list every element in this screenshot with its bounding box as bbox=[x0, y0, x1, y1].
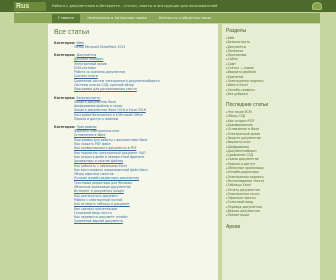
rss-icon[interactable] bbox=[312, 2, 322, 10]
site-logo[interactable]: Rus Docs bbox=[14, 2, 46, 19]
category-label: Категория: bbox=[54, 41, 76, 45]
category-block: Категория: Безопасность Защита документов… bbox=[54, 95, 212, 121]
nav-contacts-link[interactable]: Контакты и обратная связь bbox=[154, 14, 216, 23]
sections-list: WebБезопасностьДокументыПолезноеПрограмм… bbox=[226, 36, 316, 96]
category-list: Категория: Web Обзор Microsoft SharePoint… bbox=[54, 40, 212, 224]
site-tagline: Работа с документами в Интернете – стать… bbox=[52, 4, 218, 8]
recent-heading: Последние статьи bbox=[226, 102, 269, 109]
recent-list: Что такое ECMОбзор СЭДКак создать PDFАрх… bbox=[226, 110, 316, 217]
post-link[interactable]: Обзор Microsoft SharePoint 2013 bbox=[54, 45, 212, 49]
category-label: Категория: bbox=[54, 125, 76, 130]
site-header: Rus Docs Работа с документами в Интернет… bbox=[0, 0, 336, 19]
sections-heading: Разделы bbox=[226, 28, 247, 34]
nav-about-link[interactable]: Назначение и Авторские права bbox=[84, 14, 150, 23]
main-content: Все статьи Категория: Web Обзор Microsoft… bbox=[48, 24, 218, 280]
category-block: Категория: Программы Форматы электронных … bbox=[54, 124, 212, 224]
category-label: Категория: bbox=[54, 95, 76, 100]
category-block: Категория: Документы Документооборот Элект… bbox=[54, 52, 212, 91]
recent-post-link[interactable]: Презентации bbox=[226, 213, 316, 217]
main-nav: Главная Назначение и Авторские права Кон… bbox=[14, 13, 320, 23]
page-title: Все статьи bbox=[54, 29, 90, 36]
nav-home-link[interactable]: Главная bbox=[52, 14, 80, 23]
category-block: Категория: Web Обзор Microsoft SharePoint… bbox=[54, 40, 212, 49]
post-link[interactable]: Сравнение версий документа bbox=[54, 219, 212, 223]
category-label: Категория: bbox=[54, 53, 76, 58]
archive-heading: Архив bbox=[226, 223, 241, 230]
post-link[interactable]: Программа для распознавания текста bbox=[54, 87, 212, 91]
post-link[interactable]: Пароли и доступ к файлам bbox=[54, 117, 212, 121]
sidebar-section-link[interactable]: Без рубрики bbox=[226, 92, 316, 96]
sidebar: Разделы WebБезопасностьДокументыПолезное… bbox=[222, 24, 320, 280]
